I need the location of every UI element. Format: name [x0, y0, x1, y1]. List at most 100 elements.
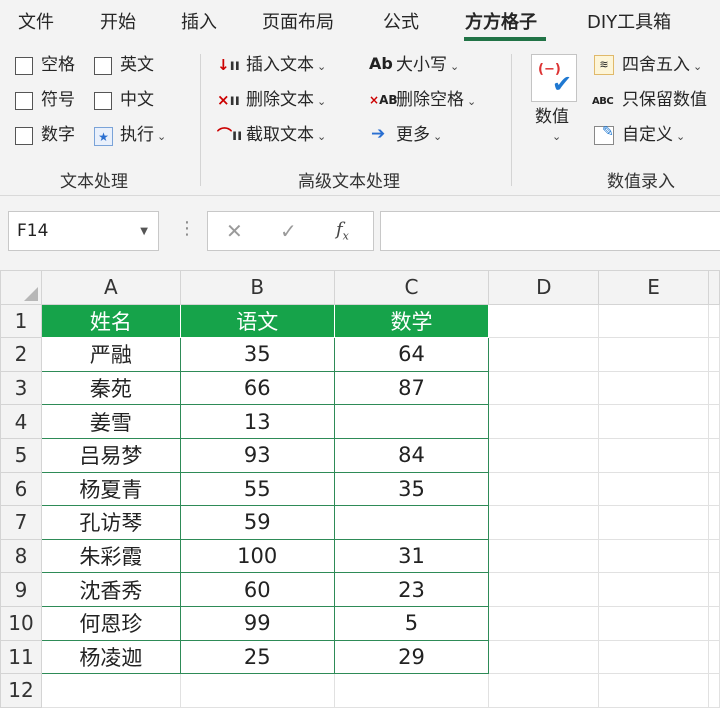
- data-cell[interactable]: 杨夏青: [40, 471, 181, 507]
- cell[interactable]: [707, 639, 720, 675]
- cell[interactable]: [598, 471, 709, 507]
- row-header[interactable]: 12: [0, 673, 42, 708]
- tab-file[interactable]: 文件: [18, 8, 54, 34]
- data-cell[interactable]: 84: [333, 437, 490, 473]
- cell[interactable]: [598, 605, 709, 641]
- cell[interactable]: [488, 639, 600, 675]
- header-cell-name[interactable]: 姓名: [40, 303, 181, 339]
- data-cell[interactable]: 59: [179, 505, 335, 540]
- cell[interactable]: [598, 572, 709, 607]
- cell[interactable]: [707, 538, 720, 574]
- cell[interactable]: [488, 471, 600, 507]
- row-header[interactable]: 11: [0, 639, 42, 675]
- row-header[interactable]: 2: [0, 337, 42, 372]
- data-cell[interactable]: 杨凌迦: [40, 639, 181, 675]
- data-cell[interactable]: 朱彩霞: [40, 538, 181, 574]
- data-cell[interactable]: 35: [179, 337, 335, 372]
- cell[interactable]: [598, 505, 709, 540]
- cell[interactable]: [488, 605, 600, 641]
- name-box[interactable]: F14 ▼: [8, 211, 159, 251]
- cell[interactable]: [707, 404, 720, 439]
- checkbox-space[interactable]: [15, 57, 33, 75]
- delete-text-button[interactable]: 删除文本 ⌄: [246, 89, 326, 113]
- column-header-d[interactable]: D: [488, 270, 600, 305]
- formula-input[interactable]: [380, 211, 720, 251]
- cell[interactable]: [488, 673, 600, 708]
- cell[interactable]: [488, 303, 600, 339]
- row-header[interactable]: 7: [0, 505, 42, 540]
- tab-home[interactable]: 开始: [100, 8, 136, 34]
- column-header-a[interactable]: A: [40, 270, 181, 305]
- data-cell[interactable]: [333, 404, 490, 439]
- cell[interactable]: [333, 673, 490, 708]
- cell[interactable]: [707, 572, 720, 607]
- cell[interactable]: [598, 370, 709, 406]
- cell[interactable]: [488, 404, 600, 439]
- data-cell[interactable]: 64: [333, 337, 490, 372]
- header-cell-math[interactable]: 数学: [333, 303, 490, 339]
- cell[interactable]: [488, 505, 600, 540]
- row-header[interactable]: 5: [0, 437, 42, 473]
- data-cell[interactable]: 23: [333, 572, 490, 607]
- row-header[interactable]: 1: [0, 303, 42, 339]
- checkbox-digit[interactable]: [15, 127, 33, 145]
- row-header[interactable]: 10: [0, 605, 42, 641]
- dropdown-arrow-icon[interactable]: ▼: [140, 226, 148, 237]
- column-header-c[interactable]: C: [333, 270, 490, 305]
- cell[interactable]: [707, 505, 720, 540]
- cell[interactable]: [179, 673, 335, 708]
- data-cell[interactable]: 25: [179, 639, 335, 675]
- data-cell[interactable]: 13: [179, 404, 335, 439]
- cell[interactable]: [488, 437, 600, 473]
- data-cell[interactable]: 秦苑: [40, 370, 181, 406]
- insert-function-icon[interactable]: fx: [336, 219, 349, 243]
- data-cell[interactable]: 何恩珍: [40, 605, 181, 641]
- cell[interactable]: [488, 572, 600, 607]
- data-cell[interactable]: 29: [333, 639, 490, 675]
- cell[interactable]: [598, 538, 709, 574]
- cell[interactable]: [598, 303, 709, 339]
- checkbox-chinese[interactable]: [94, 92, 112, 110]
- delete-spaces-button[interactable]: 删除空格 ⌄: [396, 89, 476, 113]
- cancel-icon[interactable]: ✕: [226, 219, 243, 243]
- cell[interactable]: [707, 303, 720, 339]
- data-cell[interactable]: 93: [179, 437, 335, 473]
- data-cell[interactable]: 55: [179, 471, 335, 507]
- data-cell[interactable]: 5: [333, 605, 490, 641]
- column-header-f[interactable]: [707, 270, 720, 305]
- data-cell[interactable]: 孔访琴: [40, 505, 181, 540]
- data-cell[interactable]: 沈香秀: [40, 572, 181, 607]
- cell[interactable]: [40, 673, 181, 708]
- data-cell[interactable]: 吕易梦: [40, 437, 181, 473]
- insert-text-button[interactable]: 插入文本 ⌄: [246, 54, 326, 78]
- cell[interactable]: [488, 538, 600, 574]
- select-all-corner[interactable]: [0, 270, 42, 305]
- cell[interactable]: [707, 370, 720, 406]
- enter-check-icon[interactable]: ✓: [280, 219, 297, 243]
- cell[interactable]: [598, 437, 709, 473]
- row-header[interactable]: 6: [0, 471, 42, 507]
- data-cell[interactable]: 87: [333, 370, 490, 406]
- row-header[interactable]: 9: [0, 572, 42, 607]
- cell[interactable]: [707, 605, 720, 641]
- tab-formulas[interactable]: 公式: [383, 8, 419, 34]
- chevron-down-icon[interactable]: ⌄: [552, 130, 561, 143]
- cell[interactable]: [707, 437, 720, 473]
- data-cell[interactable]: 严融: [40, 337, 181, 372]
- execute-button[interactable]: 执行 ⌄: [120, 124, 166, 148]
- checkbox-english[interactable]: [94, 57, 112, 75]
- tab-diy-toolbox[interactable]: DIY工具箱: [587, 8, 671, 34]
- column-header-b[interactable]: B: [179, 270, 335, 305]
- cell[interactable]: [707, 471, 720, 507]
- data-cell[interactable]: 99: [179, 605, 335, 641]
- data-cell[interactable]: 姜雪: [40, 404, 181, 439]
- row-header[interactable]: 4: [0, 404, 42, 439]
- cell[interactable]: [488, 337, 600, 372]
- custom-button[interactable]: 自定义 ⌄: [622, 124, 685, 148]
- more-button[interactable]: 更多 ⌄: [396, 124, 442, 148]
- cell[interactable]: [707, 337, 720, 372]
- data-cell[interactable]: 66: [179, 370, 335, 406]
- data-cell[interactable]: 31: [333, 538, 490, 574]
- data-cell[interactable]: [333, 505, 490, 540]
- data-cell[interactable]: 60: [179, 572, 335, 607]
